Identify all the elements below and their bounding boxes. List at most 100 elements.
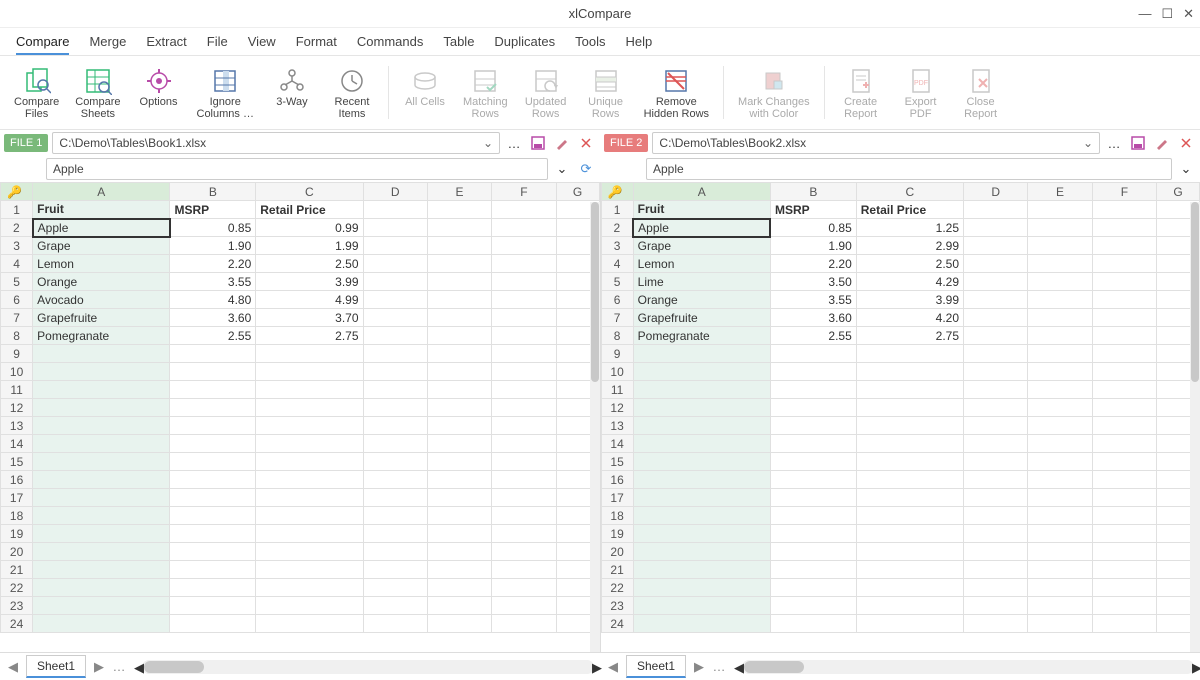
cell[interactable] <box>33 507 170 525</box>
row-header[interactable]: 6 <box>601 291 633 309</box>
cell[interactable] <box>1092 381 1156 399</box>
cell[interactable] <box>964 291 1028 309</box>
col-header[interactable]: G <box>1157 183 1200 201</box>
row-header[interactable]: 3 <box>601 237 633 255</box>
menu-extract[interactable]: Extract <box>146 34 186 49</box>
cell[interactable] <box>33 579 170 597</box>
cell[interactable]: 2.55 <box>770 327 856 345</box>
cell[interactable] <box>1028 291 1092 309</box>
menu-format[interactable]: Format <box>296 34 337 49</box>
cell[interactable] <box>363 201 427 219</box>
row-header[interactable]: 8 <box>601 327 633 345</box>
cell[interactable] <box>1028 363 1092 381</box>
select-all-cell[interactable]: 🔑 <box>1 183 33 201</box>
row-header[interactable]: 24 <box>1 615 33 633</box>
cell[interactable] <box>1092 363 1156 381</box>
cell[interactable] <box>856 525 963 543</box>
cell[interactable] <box>33 525 170 543</box>
cell[interactable] <box>1028 453 1092 471</box>
ribbon-remove-hidden[interactable]: RemoveHidden Rows <box>638 62 715 123</box>
row-header[interactable]: 24 <box>601 615 633 633</box>
cell[interactable]: MSRP <box>170 201 256 219</box>
cell[interactable] <box>363 309 427 327</box>
cell[interactable] <box>492 615 556 633</box>
row-header[interactable]: 10 <box>1 363 33 381</box>
chevron-down-icon[interactable]: ⌄ <box>483 136 493 150</box>
cell[interactable] <box>1028 597 1092 615</box>
cell[interactable]: Fruit <box>633 201 770 219</box>
cell[interactable] <box>964 219 1028 237</box>
cell[interactable]: MSRP <box>770 201 856 219</box>
cell[interactable]: 1.90 <box>170 237 256 255</box>
cell[interactable]: Grapefruite <box>633 309 770 327</box>
col-header[interactable]: D <box>964 183 1028 201</box>
ribbon-ignore-columns[interactable]: IgnoreColumns … <box>191 62 260 123</box>
cell[interactable] <box>363 219 427 237</box>
cell[interactable] <box>964 489 1028 507</box>
cell[interactable] <box>770 435 856 453</box>
tab-more-icon[interactable]: … <box>112 659 126 674</box>
cell[interactable] <box>492 543 556 561</box>
cell[interactable] <box>363 561 427 579</box>
row-header[interactable]: 17 <box>1 489 33 507</box>
cell[interactable] <box>170 345 256 363</box>
cell[interactable] <box>427 201 491 219</box>
cell[interactable]: 3.99 <box>856 291 963 309</box>
close-button[interactable]: ✕ <box>1183 6 1194 22</box>
row-header[interactable]: 18 <box>601 507 633 525</box>
cell[interactable] <box>1028 237 1092 255</box>
cell[interactable] <box>633 489 770 507</box>
cell[interactable]: Lemon <box>633 255 770 273</box>
cell[interactable] <box>856 579 963 597</box>
cell[interactable]: 3.55 <box>770 291 856 309</box>
cell[interactable] <box>964 435 1028 453</box>
cell[interactable] <box>492 453 556 471</box>
cell[interactable]: 2.50 <box>856 255 963 273</box>
sheet-tab[interactable]: Sheet1 <box>626 655 686 678</box>
expand-icon[interactable]: ⌄ <box>552 159 572 179</box>
cell[interactable] <box>492 471 556 489</box>
cell[interactable]: 2.75 <box>256 327 363 345</box>
chevron-down-icon[interactable]: ⌄ <box>1083 136 1093 150</box>
cell[interactable]: 2.50 <box>256 255 363 273</box>
cell[interactable] <box>770 453 856 471</box>
cell[interactable] <box>633 471 770 489</box>
cell[interactable]: 1.90 <box>770 237 856 255</box>
edit-icon[interactable] <box>1152 133 1172 153</box>
cell[interactable] <box>363 345 427 363</box>
cell[interactable] <box>856 561 963 579</box>
cell[interactable] <box>170 363 256 381</box>
cell[interactable] <box>1092 255 1156 273</box>
cell[interactable] <box>1028 219 1092 237</box>
cell[interactable] <box>170 561 256 579</box>
tab-next-icon[interactable]: ▶ <box>92 659 106 675</box>
menu-duplicates[interactable]: Duplicates <box>494 34 555 49</box>
cell[interactable] <box>633 615 770 633</box>
row-header[interactable]: 13 <box>601 417 633 435</box>
row-header[interactable]: 16 <box>1 471 33 489</box>
cell[interactable] <box>964 327 1028 345</box>
cell[interactable] <box>170 615 256 633</box>
cell[interactable] <box>1092 561 1156 579</box>
cell[interactable] <box>964 273 1028 291</box>
sync-icon[interactable]: ⟳ <box>576 161 596 177</box>
cell[interactable] <box>856 435 963 453</box>
cell[interactable]: Grapefruite <box>33 309 170 327</box>
cell[interactable] <box>427 381 491 399</box>
cell[interactable] <box>1028 309 1092 327</box>
cell[interactable]: 3.99 <box>256 273 363 291</box>
cell[interactable] <box>170 489 256 507</box>
cell[interactable] <box>770 597 856 615</box>
cell[interactable]: Grape <box>33 237 170 255</box>
cell[interactable]: Retail Price <box>256 201 363 219</box>
row-header[interactable]: 21 <box>1 561 33 579</box>
row-header[interactable]: 11 <box>1 381 33 399</box>
row-header[interactable]: 22 <box>1 579 33 597</box>
cell[interactable] <box>363 615 427 633</box>
cell[interactable] <box>1028 507 1092 525</box>
cell[interactable] <box>33 615 170 633</box>
row-header[interactable]: 19 <box>601 525 633 543</box>
row-header[interactable]: 13 <box>1 417 33 435</box>
cell[interactable] <box>363 417 427 435</box>
cell[interactable] <box>1092 525 1156 543</box>
